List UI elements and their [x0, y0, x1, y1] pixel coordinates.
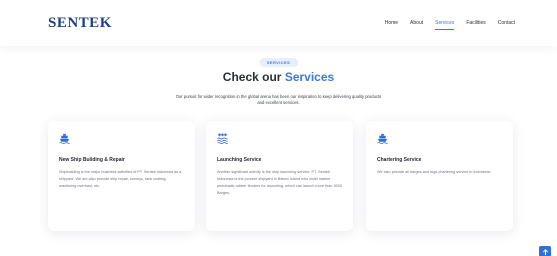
arrow-up-icon: [542, 248, 548, 255]
back-to-top-button[interactable]: [539, 246, 551, 256]
card-title: Launching Service: [217, 157, 262, 163]
section-tag: SERVICES: [258, 58, 299, 67]
section-title: Check our Services: [0, 70, 557, 84]
card-text: Another significant activity is the ship…: [217, 170, 342, 195]
waves-icon: [217, 133, 228, 144]
nav-home[interactable]: Home: [385, 18, 398, 28]
service-card-ship-building[interactable]: New Ship Building & Repair Shipbuilding …: [48, 121, 195, 231]
section-title-prefix: Check our: [222, 70, 285, 84]
section-title-accent: Services: [284, 70, 335, 84]
card-title: Chartering Service: [377, 157, 422, 163]
nav-about[interactable]: About: [410, 18, 423, 28]
card-text: Shipbuilding is the major business activ…: [59, 170, 182, 188]
main-nav: Home About Services Facilities Contact: [385, 18, 515, 30]
ship-icon: [377, 133, 388, 144]
ship-icon: [59, 133, 70, 144]
brand-logo[interactable]: SENTEK: [48, 15, 112, 32]
nav-facilities[interactable]: Facilities: [466, 18, 485, 28]
section-description: Our pursuit for wider recognition in the…: [175, 94, 382, 106]
service-card-launching[interactable]: Launching Service Another significant ac…: [206, 121, 353, 231]
nav-contact[interactable]: Contact: [498, 18, 515, 28]
card-title: New Ship Building & Repair: [59, 157, 125, 163]
nav-services[interactable]: Services: [435, 18, 455, 30]
service-card-chartering[interactable]: Chartering Service We also provide all b…: [366, 121, 513, 231]
site-header: SENTEK Home About Services Facilities Co…: [0, 0, 557, 46]
card-text: We also provide all barges and tugs char…: [377, 170, 491, 174]
